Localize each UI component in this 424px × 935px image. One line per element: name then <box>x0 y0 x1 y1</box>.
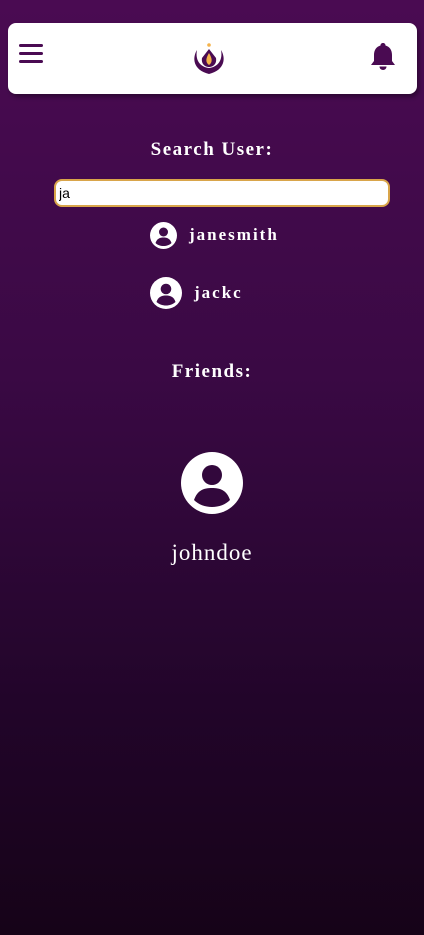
app-logo[interactable] <box>190 38 228 78</box>
friend-item-johndoe[interactable]: johndoe <box>0 452 424 566</box>
bell-icon[interactable] <box>369 41 397 71</box>
search-input[interactable] <box>54 179 390 207</box>
user-avatar-icon <box>150 221 177 249</box>
hamburger-menu-icon[interactable] <box>19 44 43 68</box>
search-user-heading: Search User: <box>150 139 274 160</box>
search-result-username: janesmith <box>189 225 279 244</box>
user-avatar-icon <box>150 277 182 309</box>
friends-heading: Friends: <box>171 361 253 382</box>
friend-username: johndoe <box>171 540 253 565</box>
user-avatar-icon <box>181 452 243 514</box>
search-result-jackc[interactable]: jackc <box>150 277 243 309</box>
top-app-bar <box>8 23 417 94</box>
search-result-username: jackc <box>194 283 243 302</box>
search-result-janesmith[interactable]: janesmith <box>150 219 279 251</box>
